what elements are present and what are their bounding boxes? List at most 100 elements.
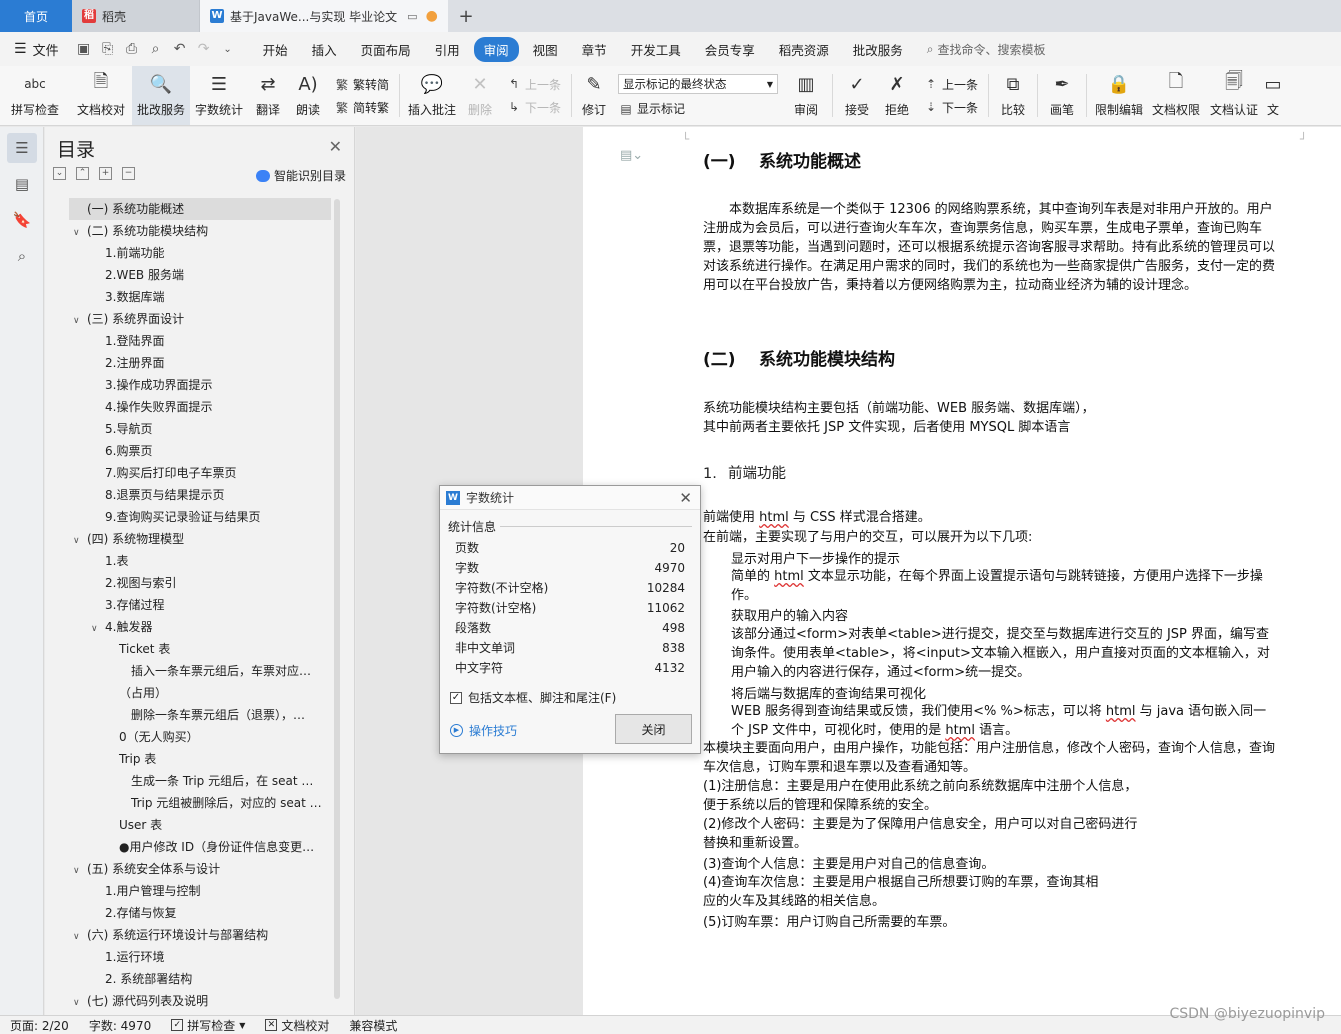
toc-item[interactable]: 7.购买后打印电子车票页	[69, 462, 331, 484]
markup-mode-select[interactable]: 显示标记的最终状态 ▼	[618, 74, 779, 94]
toc-item[interactable]: 6.购票页	[69, 440, 331, 462]
toc-panel-icon[interactable]: ☰	[7, 133, 37, 163]
smart-toc-button[interactable]: 智能识别目录	[255, 167, 346, 184]
toc-item[interactable]: 1.登陆界面	[69, 330, 331, 352]
new-tab-button[interactable]: +	[448, 0, 484, 32]
toc-item[interactable]: 5.导航页	[69, 418, 331, 440]
expand-all-icon[interactable]: ⌃	[76, 167, 89, 180]
remove-heading-icon[interactable]: −	[122, 167, 135, 180]
toc-item[interactable]: 0（无人购买）	[69, 726, 331, 748]
spell-check-button[interactable]: abc 拼写检查	[0, 66, 70, 125]
chevron-down-icon[interactable]: ∨	[73, 530, 87, 550]
chevron-down-icon[interactable]: ∨	[73, 992, 87, 1008]
toc-item[interactable]: 1.前端功能	[69, 242, 331, 264]
toc-scrollbar[interactable]	[334, 199, 340, 999]
menu-item[interactable]: 页面布局	[351, 37, 421, 62]
doc-permission-button[interactable]: 🗋 文档权限	[1147, 66, 1205, 125]
toc-item[interactable]: Trip 表	[69, 748, 331, 770]
word-count-indicator[interactable]: 字数: 4970	[79, 1017, 161, 1034]
menu-item[interactable]: 视图	[523, 37, 568, 62]
toc-item[interactable]: ∨ (五) 系统安全体系与设计	[69, 858, 331, 880]
bookmark-icon[interactable]: 🔖	[7, 205, 37, 235]
toc-item[interactable]: (一) 系统功能概述	[69, 198, 331, 220]
trad-to-simp-button[interactable]: 繁繁转简	[334, 76, 389, 93]
command-search[interactable]: ⌕ 查找命令、搜索模板	[927, 41, 1046, 58]
show-markup-button[interactable]: ▤ 显示标记	[618, 100, 778, 117]
correction-service-button[interactable]: 🔍 批改服务	[132, 66, 190, 125]
add-heading-icon[interactable]: +	[99, 167, 112, 180]
toc-item[interactable]: User 表	[69, 814, 331, 836]
tab-daoke[interactable]: 稻 稻壳	[72, 0, 200, 32]
toc-item[interactable]: ∨ (三) 系统界面设计	[69, 308, 331, 330]
menu-item[interactable]: 会员专享	[695, 37, 765, 62]
delete-comment-button[interactable]: ✕ 删除	[460, 66, 500, 125]
menu-item[interactable]: 批改服务	[843, 37, 913, 62]
insert-comment-button[interactable]: 💬 插入批注	[404, 66, 460, 125]
chevron-down-icon[interactable]: ∨	[73, 222, 87, 242]
tab-home[interactable]: 首页	[0, 0, 72, 32]
prev-change-button[interactable]: ⇡ 上一条	[923, 76, 978, 93]
find-icon[interactable]: ⌕	[7, 241, 37, 271]
word-count-button[interactable]: ☰ 字数统计	[190, 66, 248, 125]
screen-icon[interactable]: ▭	[407, 10, 417, 23]
redo-icon[interactable]: ↷	[195, 41, 213, 57]
toc-item[interactable]: 1.运行环境	[69, 946, 331, 968]
toc-item[interactable]: ∨ 4.触发器	[69, 616, 331, 638]
doc-proofread-button[interactable]: 🗎 文档校对	[70, 66, 132, 125]
next-comment-button[interactable]: ↳ 下一条	[506, 99, 561, 116]
simp-to-trad-button[interactable]: 繁简转繁	[334, 99, 389, 116]
more-ribbon-button[interactable]: ▭ 文	[1263, 66, 1283, 125]
toc-item[interactable]: 3.存储过程	[69, 594, 331, 616]
review-pane-button[interactable]: ▥ 审阅	[784, 66, 828, 125]
toc-item[interactable]: 2.视图与索引	[69, 572, 331, 594]
toc-item[interactable]: ∨ (二) 系统功能模块结构	[69, 220, 331, 242]
export-icon[interactable]: ⎘	[99, 41, 117, 57]
toc-item[interactable]: Ticket 表	[69, 638, 331, 660]
compare-button[interactable]: ⧉ 比较	[993, 66, 1033, 125]
tab-document[interactable]: W 基于JavaWe...与实现 毕业论文 ▭ ●	[200, 0, 448, 32]
more-chevron-icon[interactable]: ⌄	[219, 44, 237, 55]
toc-item[interactable]: 2.存储与恢复	[69, 902, 331, 924]
toc-item[interactable]: 8.退票页与结果提示页	[69, 484, 331, 506]
toc-item[interactable]: 3.数据库端	[69, 286, 331, 308]
dialog-titlebar[interactable]: W 字数统计	[440, 486, 700, 510]
page-indicator[interactable]: 页面: 2/20	[0, 1017, 79, 1034]
include-textbox-checkbox[interactable]: ✓ 包括文本框、脚注和尾注(F)	[450, 689, 616, 706]
toc-item[interactable]: 2. 系统部署结构	[69, 968, 331, 990]
toc-item[interactable]: Trip 元组被删除后，对应的 seat …	[69, 792, 331, 814]
close-icon[interactable]: ✕	[329, 137, 342, 156]
toc-item[interactable]: 3.操作成功界面提示	[69, 374, 331, 396]
toc-item[interactable]: 2.WEB 服务端	[69, 264, 331, 286]
menu-item[interactable]: 开始	[253, 37, 298, 62]
pen-button[interactable]: ✒ 画笔	[1042, 66, 1082, 125]
prev-comment-button[interactable]: ↰ 上一条	[506, 76, 561, 93]
chevron-down-icon[interactable]: ∨	[73, 926, 87, 946]
toc-item[interactable]: ●用户修改 ID（身份证件信息变更…	[69, 836, 331, 858]
toc-item[interactable]: 1.表	[69, 550, 331, 572]
toc-item[interactable]: 生成一条 Trip 元组后，在 seat …	[69, 770, 331, 792]
toc-item[interactable]: ∨ (四) 系统物理模型	[69, 528, 331, 550]
save-icon[interactable]: ▣	[75, 41, 93, 57]
toc-item[interactable]: 2.注册界面	[69, 352, 331, 374]
menu-item[interactable]: 稻壳资源	[769, 37, 839, 62]
toc-item[interactable]: （占用）	[69, 682, 331, 704]
menu-item[interactable]: 引用	[425, 37, 470, 62]
tips-link[interactable]: ▶ 操作技巧	[450, 722, 517, 739]
toc-item[interactable]: 4.操作失败界面提示	[69, 396, 331, 418]
close-button[interactable]: 关闭	[615, 714, 692, 744]
paragraph-icon[interactable]: ▤⌄	[620, 148, 643, 163]
chevron-down-icon[interactable]: ∨	[91, 618, 105, 638]
toc-item[interactable]: ∨ (七) 源代码列表及说明	[69, 990, 331, 1008]
close-icon[interactable]: ✕	[679, 489, 692, 507]
toc-item[interactable]: 删除一条车票元组后（退票），…	[69, 704, 331, 726]
doc-cert-button[interactable]: 🗐 文档认证	[1205, 66, 1263, 125]
preview-icon[interactable]: ⌕	[147, 41, 165, 57]
next-change-button[interactable]: ⇣ 下一条	[923, 99, 978, 116]
toc-item[interactable]: 插入一条车票元组后，车票对应…	[69, 660, 331, 682]
toc-item[interactable]: ∨ (六) 系统运行环境设计与部署结构	[69, 924, 331, 946]
undo-icon[interactable]: ↶	[171, 41, 189, 57]
menu-item[interactable]: 章节	[572, 37, 617, 62]
menu-item[interactable]: 开发工具	[621, 37, 691, 62]
spell-check-toggle[interactable]: ✓ 拼写检查 ▼	[161, 1017, 255, 1034]
file-menu[interactable]: ☰ 文件	[0, 40, 69, 59]
